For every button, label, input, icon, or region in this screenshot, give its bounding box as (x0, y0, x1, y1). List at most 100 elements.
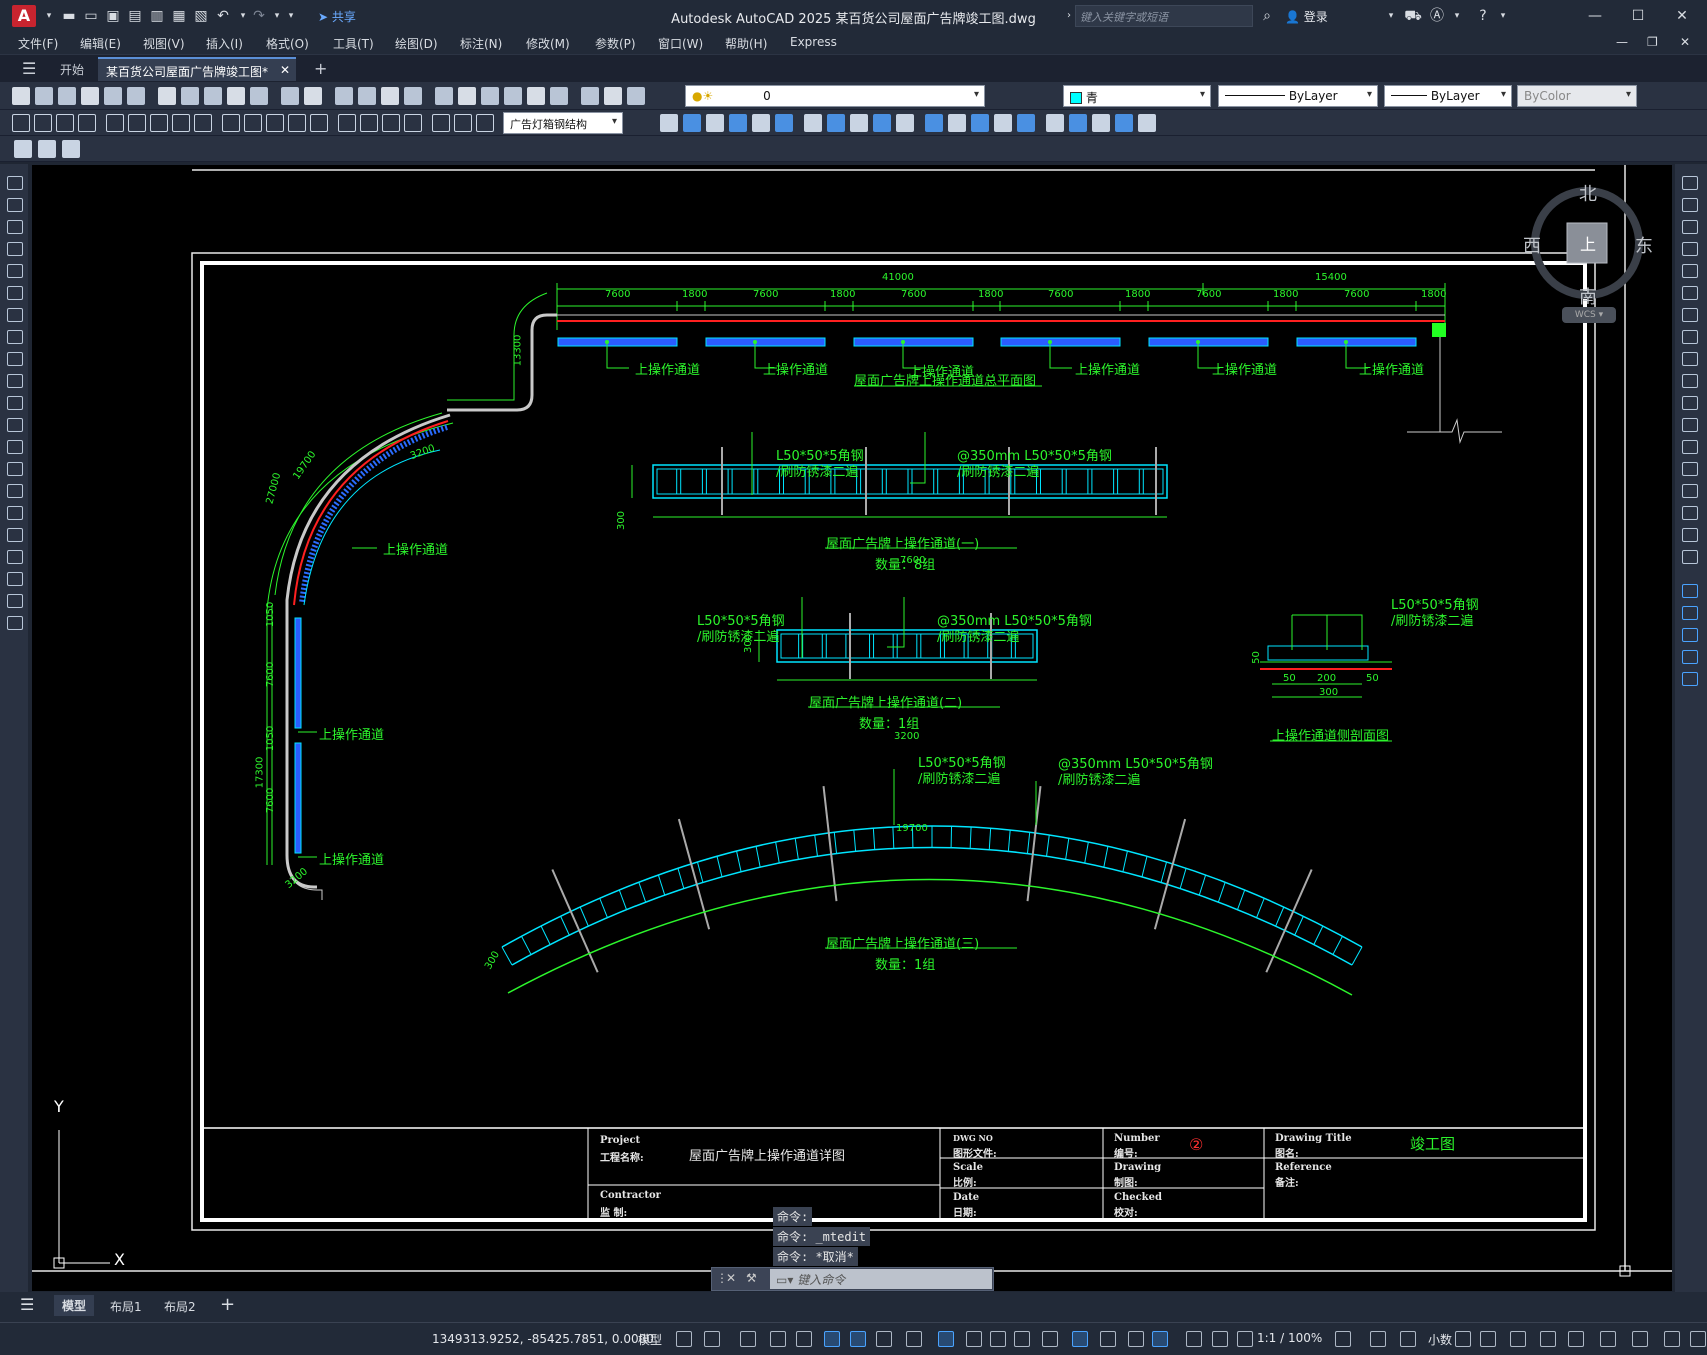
open-icon[interactable] (35, 87, 53, 105)
modify-side-4-icon[interactable] (1682, 264, 1698, 278)
zoom-realtime-icon[interactable] (358, 87, 376, 105)
annotation-scale[interactable]: 1:1 / 100% (1257, 1331, 1322, 1345)
help-icon[interactable] (581, 87, 599, 105)
status-toggle-10-icon[interactable] (966, 1331, 982, 1347)
dimension-tool-1-icon[interactable] (34, 114, 52, 132)
dimension-tool-6-icon[interactable] (150, 114, 168, 132)
draw-tool-7-icon[interactable] (7, 330, 23, 344)
plot-icon[interactable]: ▧ (192, 7, 210, 25)
zoom-previous-icon[interactable] (404, 87, 422, 105)
dimension-tool-20-icon[interactable] (476, 114, 494, 132)
status-toggle-4-icon[interactable] (796, 1331, 812, 1347)
tab-model[interactable]: 模型 (54, 1295, 95, 1316)
modify-tool-18-icon[interactable] (1092, 114, 1110, 132)
edit-tool-2-icon[interactable] (1682, 628, 1698, 642)
draw-tool-10-icon[interactable] (7, 396, 23, 410)
layer-merge-icon[interactable] (62, 140, 80, 158)
modify-side-6-icon[interactable] (1682, 308, 1698, 322)
compass-north[interactable]: 北 (1579, 180, 1597, 206)
layer-state-icon[interactable] (627, 87, 645, 105)
status-right-10-icon[interactable] (1664, 1331, 1680, 1347)
viewcube-top[interactable]: 上 (1580, 231, 1596, 255)
status-right-11-icon[interactable] (1690, 1331, 1706, 1347)
modify-side-14-icon[interactable] (1682, 484, 1698, 498)
draw-tool-13-icon[interactable] (7, 462, 23, 476)
status-right-3-icon[interactable] (1455, 1331, 1471, 1347)
modify-tool-5-icon[interactable] (775, 114, 793, 132)
modify-side-11-icon[interactable] (1682, 418, 1698, 432)
modify-side-15-icon[interactable] (1682, 506, 1698, 520)
draw-tool-16-icon[interactable] (7, 528, 23, 542)
status-toggle-19-icon[interactable] (1212, 1331, 1228, 1347)
modify-side-2-icon[interactable] (1682, 220, 1698, 234)
dimension-tool-7-icon[interactable] (172, 114, 190, 132)
block-editor-icon[interactable] (250, 87, 268, 105)
status-toggle-5-icon[interactable] (824, 1331, 840, 1347)
undo-icon[interactable] (281, 87, 299, 105)
tab-layout2[interactable]: 布局2 (164, 1298, 196, 1315)
lineweight-dropdown[interactable]: ByLayer ▾ (1384, 85, 1512, 107)
modify-tool-14-icon[interactable] (994, 114, 1012, 132)
draw-tool-19-icon[interactable] (7, 594, 23, 608)
login-dropdown-icon[interactable]: ▾ (1382, 7, 1400, 25)
status-toggle-1-icon[interactable] (704, 1331, 720, 1347)
minimize-button[interactable]: — (1575, 4, 1615, 28)
dimension-tool-18-icon[interactable] (432, 114, 450, 132)
edit-tool-1-icon[interactable] (1682, 606, 1698, 620)
modify-side-7-icon[interactable] (1682, 330, 1698, 344)
compass-west[interactable]: 西 (1523, 232, 1541, 258)
open-file-icon[interactable]: ▭ (82, 7, 100, 25)
dimension-tool-13-icon[interactable] (310, 114, 328, 132)
dimension-tool-0-icon[interactable] (12, 114, 30, 132)
status-toggle-18-icon[interactable] (1186, 1331, 1202, 1347)
tool-palettes-icon[interactable] (481, 87, 499, 105)
menu-modify[interactable]: 修改(M) (526, 35, 570, 52)
draw-tool-17-icon[interactable] (7, 550, 23, 564)
draw-tool-14-icon[interactable] (7, 484, 23, 498)
cut-icon[interactable] (158, 87, 176, 105)
redo-icon[interactable] (304, 87, 322, 105)
status-toggle-3-icon[interactable] (770, 1331, 786, 1347)
draw-tool-5-icon[interactable] (7, 286, 23, 300)
save-as-icon[interactable]: ▤ (126, 7, 144, 25)
add-layout-button[interactable]: + (220, 1294, 235, 1315)
draw-tool-2-icon[interactable] (7, 220, 23, 234)
sheet-set-icon[interactable] (504, 87, 522, 105)
dimension-tool-3-icon[interactable] (78, 114, 96, 132)
design-center-icon[interactable] (458, 87, 476, 105)
modify-side-16-icon[interactable] (1682, 528, 1698, 542)
tab-document[interactable]: 某百货公司屋面广告牌竣工图* ✕ (98, 57, 296, 81)
menu-format[interactable]: 格式(O) (266, 35, 309, 52)
draw-tool-18-icon[interactable] (7, 572, 23, 586)
autocad-logo-icon[interactable]: A (12, 5, 36, 27)
compass-south[interactable]: 南 (1579, 283, 1597, 309)
color-dropdown[interactable]: 青 ▾ (1063, 85, 1211, 107)
layer-walk-icon[interactable] (38, 140, 56, 158)
drawing-area[interactable]: 41000 15400 7600 1800 7600 1800 7600 1800 7600… (32, 165, 1672, 1291)
edit-tool-4-icon[interactable] (1682, 672, 1698, 686)
dimension-tool-15-icon[interactable] (360, 114, 378, 132)
status-right-9-icon[interactable] (1632, 1331, 1648, 1347)
linetype-dropdown[interactable]: ByLayer ▾ (1218, 85, 1378, 107)
draw-tool-11-icon[interactable] (7, 418, 23, 432)
model-space-button[interactable]: 模型 (638, 1331, 662, 1348)
dimension-tool-19-icon[interactable] (454, 114, 472, 132)
save-web-icon[interactable]: ▦ (170, 7, 188, 25)
status-right-6-icon[interactable] (1540, 1331, 1556, 1347)
status-toggle-9-icon[interactable] (938, 1331, 954, 1347)
modify-tool-10-icon[interactable] (896, 114, 914, 132)
draw-tool-4-icon[interactable] (7, 264, 23, 278)
doc-restore-button[interactable]: ❐ (1647, 35, 1658, 49)
match-prop-icon[interactable] (227, 87, 245, 105)
dimension-tool-11-icon[interactable] (266, 114, 284, 132)
dimstyle-dropdown[interactable]: 广告灯箱钢结构 ▾ (503, 112, 623, 134)
edit-tool-3-icon[interactable] (1682, 650, 1698, 664)
dimension-tool-8-icon[interactable] (194, 114, 212, 132)
layer-dropdown[interactable]: ●☀ 0 ▾ (685, 85, 985, 107)
share-button[interactable]: ➤ 共享 (318, 8, 356, 25)
plot-preview-icon[interactable] (104, 87, 122, 105)
status-right-0-icon[interactable] (1335, 1331, 1351, 1347)
modify-side-9-icon[interactable] (1682, 374, 1698, 388)
plot-icon[interactable] (81, 87, 99, 105)
menu-draw[interactable]: 绘图(D) (395, 35, 438, 52)
